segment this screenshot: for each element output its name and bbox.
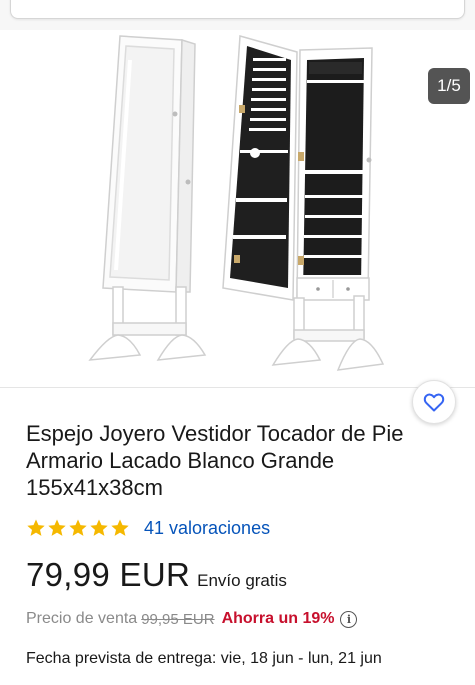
heart-outline-icon bbox=[423, 393, 445, 412]
product-image-gallery[interactable]: 1/5 bbox=[0, 30, 475, 387]
price-row: 79,99 EUR Envío gratis bbox=[26, 556, 287, 594]
star-icon bbox=[111, 519, 129, 536]
was-price-row: Precio de venta 99,95 EUR Ahorra un 19% … bbox=[26, 610, 358, 628]
favorite-button[interactable] bbox=[412, 380, 456, 424]
product-image bbox=[88, 35, 385, 371]
header-strip bbox=[0, 0, 475, 30]
delivery-estimate: Fecha prevista de entrega: vie, 18 jun -… bbox=[26, 650, 382, 667]
reviews-link[interactable]: 41 valoraciones bbox=[144, 518, 270, 539]
star-icon bbox=[69, 519, 87, 536]
star-icon bbox=[27, 519, 45, 536]
was-price: 99,95 EUR bbox=[141, 610, 215, 628]
savings-label: Ahorra un 19% bbox=[221, 610, 335, 627]
rating-row[interactable]: 41 valoraciones bbox=[26, 515, 270, 541]
info-icon[interactable]: i bbox=[340, 610, 358, 628]
star-icon bbox=[90, 519, 108, 536]
shipping-info: Envío gratis bbox=[197, 571, 287, 590]
section-divider bbox=[0, 387, 475, 388]
open-cabinet bbox=[222, 35, 385, 371]
star-icon bbox=[48, 519, 66, 536]
product-title: Espejo Joyero Vestidor Tocador de Pie Ar… bbox=[26, 421, 404, 500]
closed-cabinet bbox=[88, 35, 207, 361]
current-price: 79,99 EUR bbox=[26, 556, 191, 593]
search-box[interactable] bbox=[10, 0, 465, 19]
rating-stars bbox=[26, 518, 130, 538]
was-price-label: Precio de venta bbox=[26, 610, 138, 627]
image-counter: 1/5 bbox=[428, 68, 470, 104]
